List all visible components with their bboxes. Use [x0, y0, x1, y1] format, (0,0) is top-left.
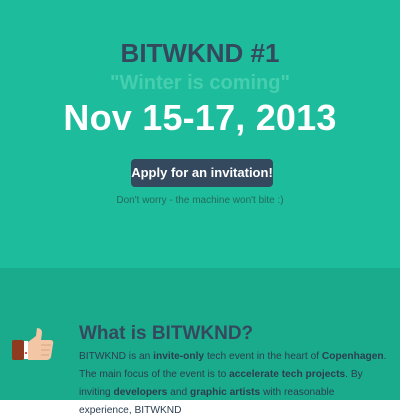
reassurance-note: Don't worry - the machine won't bite :) — [116, 195, 284, 206]
apply-invitation-button[interactable]: Apply for an invitation! — [131, 159, 273, 187]
thumbs-up-icon — [12, 328, 54, 360]
hero-section: BITWKND #1 "Winter is coming" Nov 15-17,… — [0, 0, 400, 268]
event-dates: Nov 15-17, 2013 — [63, 97, 337, 138]
about-description: BITWKND is an invite-only tech event in … — [79, 351, 387, 416]
about-heading: What is BITWKND? — [79, 323, 254, 344]
event-title: BITWKND #1 — [120, 38, 280, 68]
event-tagline: "Winter is coming" — [110, 72, 290, 94]
